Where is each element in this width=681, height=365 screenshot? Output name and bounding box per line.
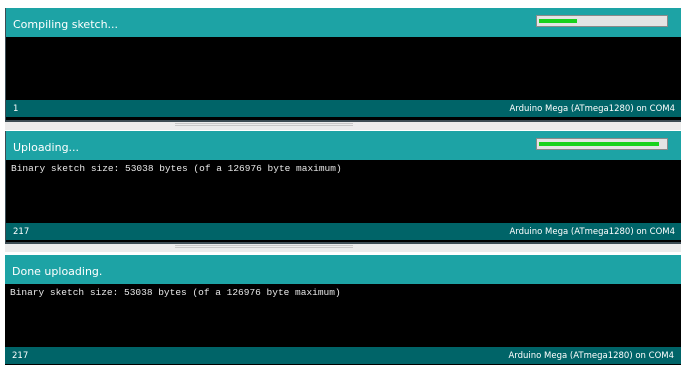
board-port-label: Arduino Mega (ATmega1280) on COM4 <box>509 227 675 237</box>
compiling-panel: Compiling sketch... 1 Arduino Mega (ATme… <box>5 8 681 122</box>
footer-bar: 217 Arduino Mega (ATmega1280) on COM4 <box>5 347 681 364</box>
progress-fill <box>539 142 659 146</box>
console-line: Binary sketch size: 53038 bytes (of a 12… <box>11 163 342 174</box>
footer-bar: 217 Arduino Mega (ATmega1280) on COM4 <box>6 223 681 240</box>
status-message: Done uploading. <box>12 265 103 278</box>
progress-bar <box>536 15 668 27</box>
footer-bar: 1 Arduino Mega (ATmega1280) on COM4 <box>6 100 681 117</box>
line-number: 1 <box>13 104 19 114</box>
console-output[interactable] <box>6 37 681 100</box>
line-number: 217 <box>12 351 29 361</box>
splitter[interactable] <box>5 122 681 130</box>
splitter-handle[interactable] <box>175 123 353 126</box>
screenshot-stack: Compiling sketch... 1 Arduino Mega (ATme… <box>0 0 681 365</box>
status-bar: Done uploading. <box>5 255 681 284</box>
status-message: Uploading... <box>13 141 80 154</box>
console-output[interactable]: Binary sketch size: 53038 bytes (of a 12… <box>6 160 681 223</box>
board-port-label: Arduino Mega (ATmega1280) on COM4 <box>509 104 675 114</box>
progress-fill <box>539 19 577 23</box>
splitter-handle[interactable] <box>175 245 353 248</box>
status-bar: Compiling sketch... <box>6 8 681 37</box>
status-message: Compiling sketch... <box>13 18 119 31</box>
uploading-panel: Uploading... Binary sketch size: 53038 b… <box>5 131 681 244</box>
console-line: Binary sketch size: 53038 bytes (of a 12… <box>10 287 341 298</box>
board-port-label: Arduino Mega (ATmega1280) on COM4 <box>508 351 674 361</box>
progress-bar <box>536 138 668 150</box>
done-panel: Done uploading. Binary sketch size: 5303… <box>5 255 681 365</box>
line-number: 217 <box>13 227 30 237</box>
console-output[interactable]: Binary sketch size: 53038 bytes (of a 12… <box>5 284 681 347</box>
status-bar: Uploading... <box>6 131 681 160</box>
splitter[interactable] <box>5 244 681 252</box>
